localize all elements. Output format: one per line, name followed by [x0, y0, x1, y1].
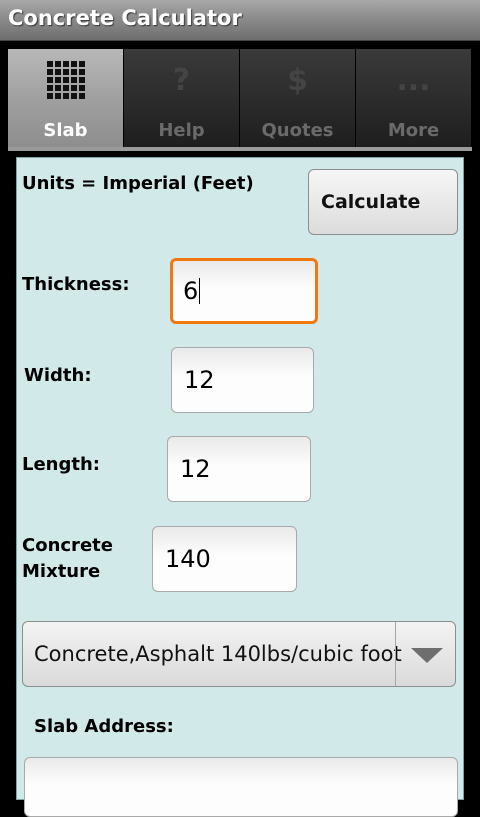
tab-bar: Slab ? Help $ Quotes ... More: [8, 49, 472, 147]
calculate-button[interactable]: Calculate: [308, 169, 458, 235]
tab-quotes[interactable]: $ Quotes: [240, 49, 356, 147]
chevron-down-icon: [411, 648, 443, 663]
length-label: Length:: [22, 454, 100, 475]
select-divider: [395, 622, 396, 686]
grid-icon: [8, 59, 123, 101]
units-label: Units = Imperial (Feet): [22, 173, 254, 194]
tab-indicator: [8, 147, 472, 151]
length-input[interactable]: 12: [167, 436, 311, 502]
width-input[interactable]: 12: [171, 347, 314, 413]
thickness-label: Thickness:: [22, 274, 130, 295]
tab-slab[interactable]: Slab: [8, 49, 124, 147]
width-label: Width:: [24, 365, 92, 386]
question-icon: ?: [172, 62, 191, 98]
mixture-select[interactable]: Concrete,Asphalt 140lbs/cubic foot: [22, 621, 456, 687]
thickness-value: 6: [183, 277, 199, 305]
mixture-select-value: Concrete,Asphalt 140lbs/cubic foot: [34, 642, 402, 666]
dollar-icon: $: [287, 62, 308, 98]
mixture-input[interactable]: 140: [152, 526, 297, 592]
more-icon: ...: [396, 62, 431, 98]
tab-slab-label: Slab: [43, 120, 88, 141]
mixture-label-line1: Concrete: [22, 535, 113, 556]
tab-more-label: More: [387, 120, 440, 141]
tab-help[interactable]: ? Help: [124, 49, 240, 147]
text-cursor: [199, 278, 201, 304]
slab-form: Units = Imperial (Feet) Calculate Thickn…: [16, 157, 464, 817]
slab-address-label: Slab Address:: [34, 716, 174, 737]
slab-address-input[interactable]: [24, 757, 458, 817]
tab-quotes-label: Quotes: [261, 120, 334, 141]
tab-help-label: Help: [158, 120, 205, 141]
mixture-label-line2: Mixture: [22, 561, 101, 582]
thickness-input[interactable]: 6: [170, 258, 318, 324]
title-bar: Concrete Calculator: [0, 0, 480, 41]
tab-more[interactable]: ... More: [356, 49, 472, 147]
app-title: Concrete Calculator: [8, 6, 242, 30]
